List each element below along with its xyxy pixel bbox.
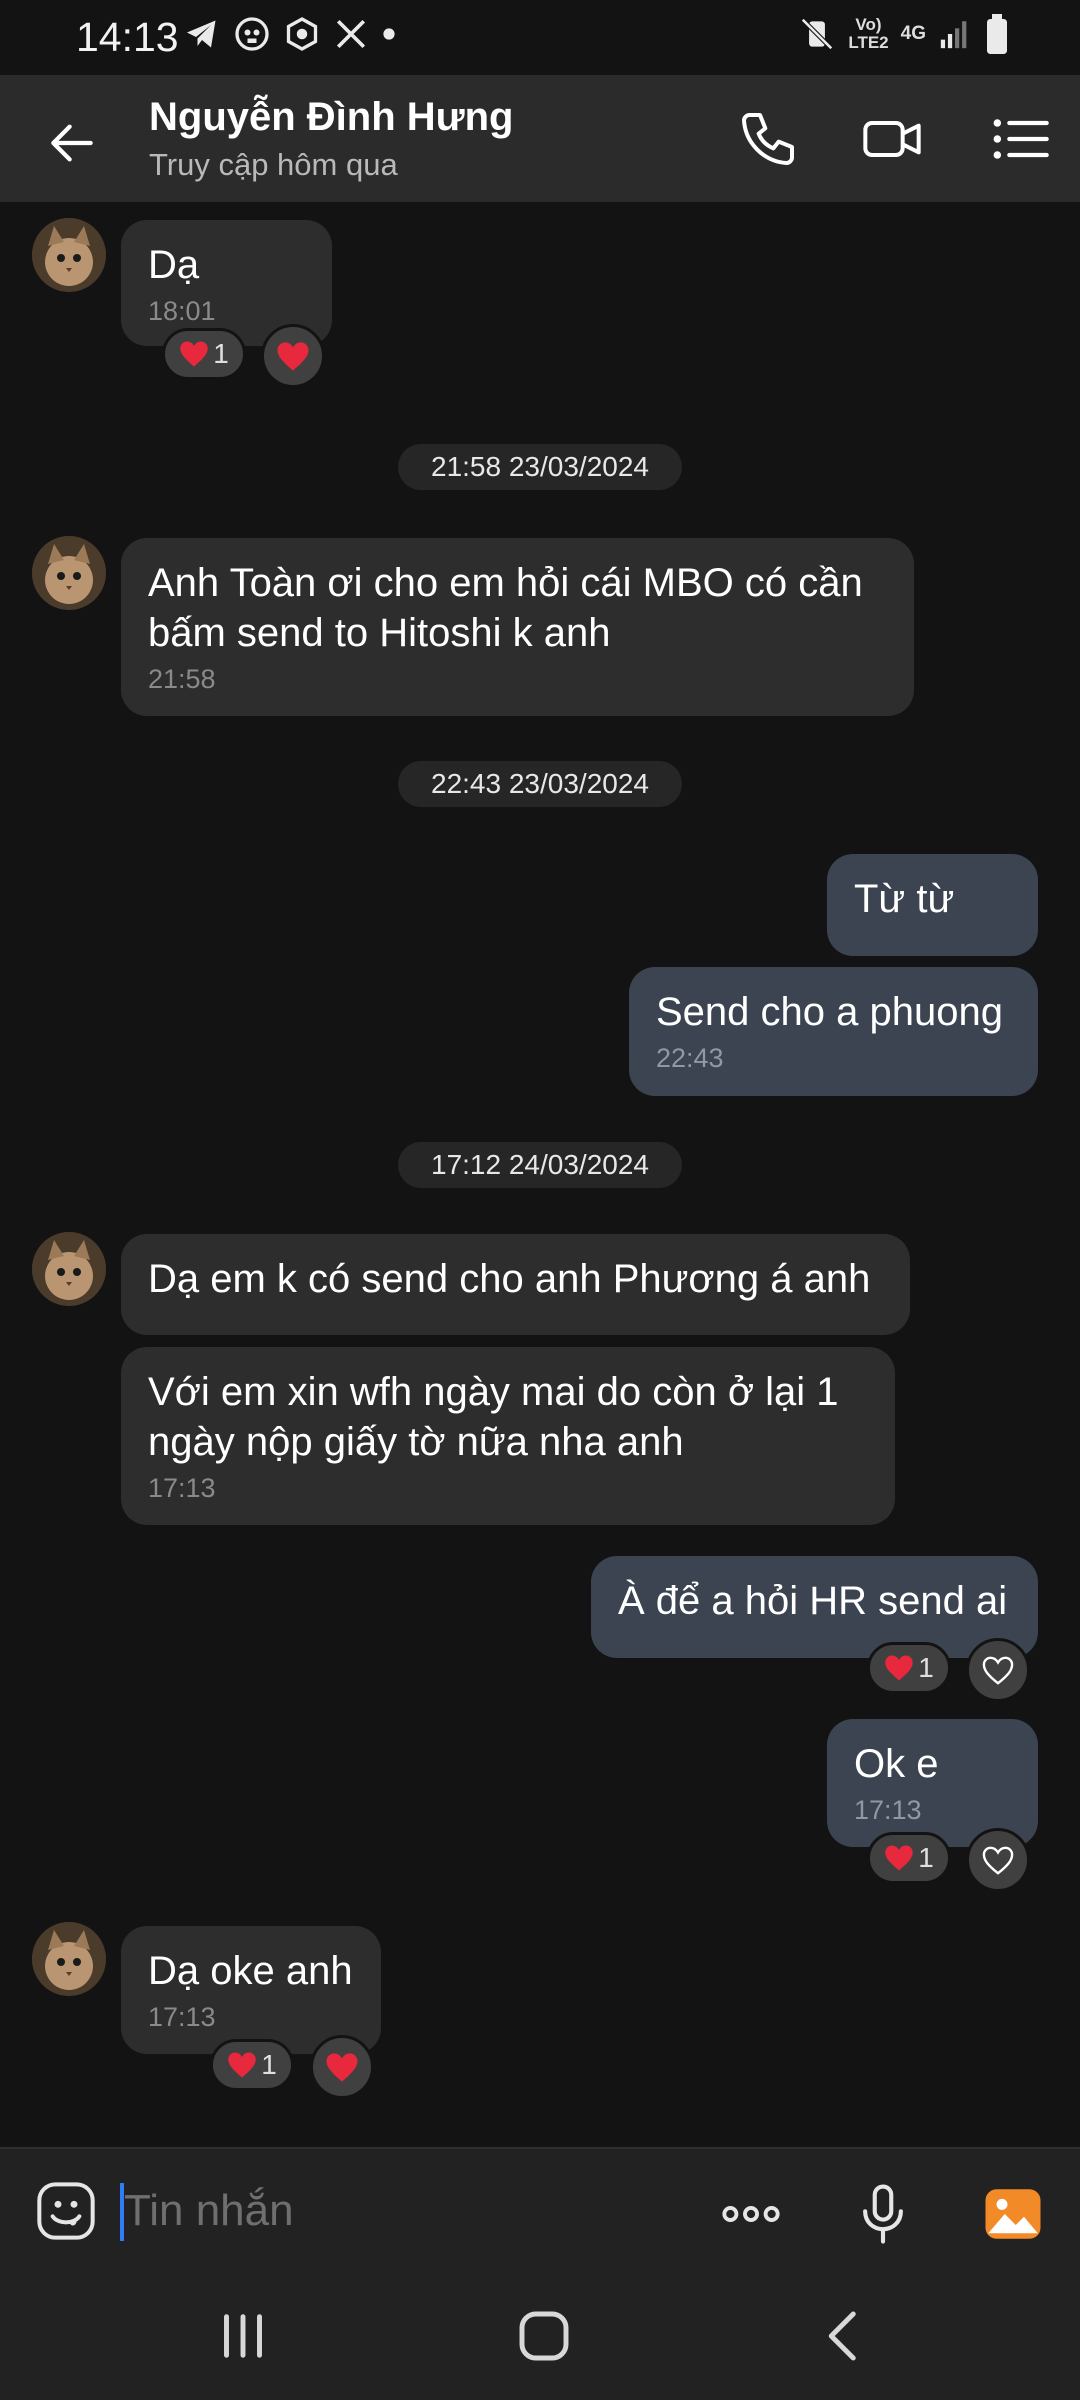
cat-avatar-image [32,536,106,610]
message-bubble[interactable]: Ok e 17:13 [827,1719,1038,1847]
message-time: 18:01 [148,296,216,326]
react-heart-button[interactable] [310,2035,374,2099]
date-separator: 21:58 23/03/2024 [398,444,682,490]
reaction-count: 1 [213,338,229,369]
message-bubble[interactable]: Từ từ [827,854,1038,956]
home-icon[interactable] [511,2303,577,2369]
message-time: 17:13 [148,2002,216,2032]
composer-bar [0,2147,1080,2273]
message-time: 21:58 [148,664,216,694]
back-icon[interactable] [812,2303,878,2369]
message-text: Anh Toàn ơi cho em hỏi cái MBO có cần bấ… [148,561,863,655]
avatar[interactable] [32,536,106,610]
message-text: Dạ [148,243,200,287]
cat-avatar-image [32,1232,106,1306]
message-text: Với em xin wfh ngày mai do còn ở lại 1 n… [148,1370,839,1464]
heart-icon [277,341,309,371]
message-text: Send cho a phuong [656,990,1003,1034]
message-bubble[interactable]: Với em xin wfh ngày mai do còn ở lại 1 n… [121,1347,895,1525]
heart-icon [885,1655,913,1681]
emoji-icon[interactable] [34,2179,98,2243]
contact-name[interactable]: Nguyễn Đình Hưng [149,95,514,140]
skull-icon [235,17,269,51]
message-bubble[interactable]: Anh Toàn ơi cho em hỏi cái MBO có cần bấ… [121,538,914,716]
mute-vibrate-icon [801,18,834,50]
message-time: 17:13 [854,1795,922,1825]
message-list[interactable]: Dạ 18:01 1 21:58 23/03/2024 Anh Toàn ơi … [0,202,1080,2147]
message-input[interactable] [124,2179,684,2243]
menu-list-icon[interactable] [988,107,1052,171]
telegram-icon [187,20,216,48]
microphone-icon[interactable] [850,2181,916,2247]
message-bubble[interactable]: Dạ em k có send cho anh Phương á anh [121,1234,910,1335]
x-icon [336,19,366,49]
dot-icon [383,28,395,40]
cat-avatar-image [32,218,106,292]
message-text: Từ từ [854,877,955,921]
message-time: 22:43 [656,1043,724,1073]
contact-status: Truy cập hôm qua [149,147,398,182]
date-separator: 22:43 23/03/2024 [398,761,682,807]
net-type-label: 4G [900,23,926,44]
shield-icon [286,17,318,51]
heart-icon [885,1845,913,1871]
avatar[interactable] [32,218,106,292]
more-icon[interactable] [718,2181,784,2247]
message-text: À để a hỏi HR send ai [618,1579,1008,1623]
battery-icon [987,14,1007,54]
status-time: 14:13 [76,14,179,60]
message-bubble[interactable]: Send cho a phuong 22:43 [629,967,1038,1096]
video-icon[interactable] [860,107,924,171]
signal-icon [940,21,967,49]
recents-icon[interactable] [210,2303,276,2369]
message-text: Dạ oke anh [148,1949,353,1993]
reaction-count-badge[interactable]: 1 [867,1832,951,1884]
system-nav-bar [0,2273,1080,2400]
reaction-count-badge[interactable]: 1 [162,328,246,380]
react-heart-button[interactable] [966,1828,1030,1892]
message-time: 17:13 [148,1473,216,1503]
avatar[interactable] [32,1232,106,1306]
status-left-icons [184,16,396,52]
message-text: Dạ em k có send cho anh Phương á anh [148,1257,871,1301]
message-bubble[interactable]: À để a hỏi HR send ai [591,1556,1038,1658]
reaction-count-badge[interactable]: 1 [210,2039,294,2091]
chat-header: Nguyễn Đình Hưng Truy cập hôm qua [0,75,1080,202]
avatar[interactable] [32,1922,106,1996]
date-separator: 17:12 24/03/2024 [398,1142,682,1188]
gallery-icon[interactable] [980,2181,1046,2247]
reaction-count: 1 [918,1842,934,1873]
heart-icon [180,341,208,367]
reaction-count-badge[interactable]: 1 [867,1642,951,1694]
back-arrow-icon[interactable] [44,115,100,171]
network-label: Vo) LTE2 [848,15,889,52]
heart-outline-icon [982,1846,1014,1875]
react-heart-button[interactable] [261,324,325,388]
heart-outline-icon [982,1656,1014,1685]
reaction-count: 1 [261,2049,277,2080]
cat-avatar-image [32,1922,106,1996]
status-bar: 14:13 Vo) LTE2 4G [0,0,1080,75]
reaction-count: 1 [918,1652,934,1683]
status-right-icons: Vo) LTE2 4G [798,14,1010,54]
phone-icon[interactable] [736,107,800,171]
message-text: Ok e [854,1742,939,1786]
heart-icon [228,2052,256,2078]
react-heart-button[interactable] [966,1638,1030,1702]
heart-icon [326,2052,358,2082]
